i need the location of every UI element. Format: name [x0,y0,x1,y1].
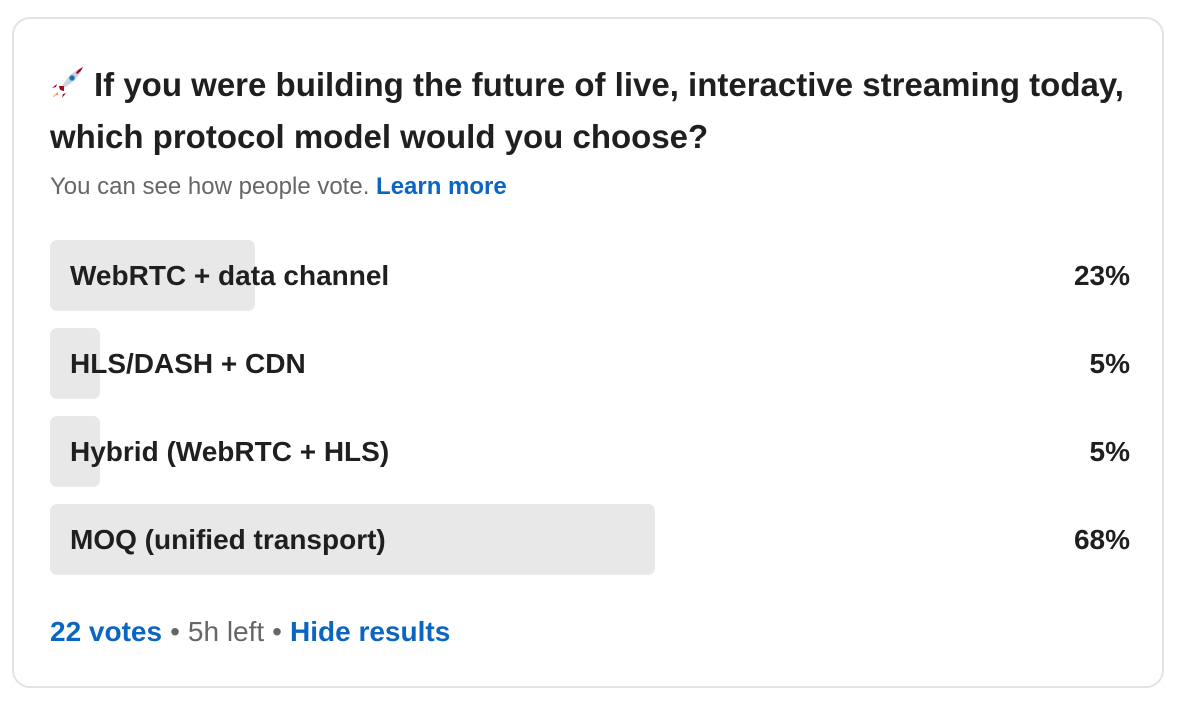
poll-card: If you were building the future of live,… [12,17,1164,688]
poll-option-label: Hybrid (WebRTC + HLS) [70,436,390,467]
poll-option-percent: 68% [1073,524,1130,555]
separator-dot: • [170,616,180,647]
poll-option-percent: 23% [1073,260,1130,291]
hide-results-link[interactable]: Hide results [290,616,450,647]
poll-option-percent: 5% [1089,436,1130,467]
poll-option[interactable]: HLS/DASH + CDN 5% [50,328,1130,399]
poll-options: WebRTC + data channel 23% HLS/DASH + CDN… [50,240,1130,592]
poll-option[interactable]: Hybrid (WebRTC + HLS) 5% [50,416,1130,487]
time-left: 5h left [187,616,265,647]
visibility-note-text: You can see how people vote. [50,173,370,200]
poll-option-label: MOQ (unified transport) [70,524,386,555]
learn-more-link[interactable]: Learn more [376,173,507,200]
poll-question-text: If you were building the future of live,… [50,66,1124,155]
rocket-icon [52,67,83,98]
votes-count-link[interactable]: 22 votes [50,616,162,647]
poll-option-label: WebRTC + data channel [70,260,390,291]
poll-question: If you were building the future of live,… [50,59,1130,163]
poll-footer: 22 votes • 5h left • Hide results [50,614,450,650]
poll-option[interactable]: WebRTC + data channel 23% [50,240,1130,311]
visibility-note: You can see how people vote. Learn more [50,171,507,203]
poll-option-label: HLS/DASH + CDN [70,348,306,379]
poll-option-percent: 5% [1089,348,1130,379]
separator-dot: • [272,616,282,647]
poll-option[interactable]: MOQ (unified transport) 68% [50,504,1130,575]
